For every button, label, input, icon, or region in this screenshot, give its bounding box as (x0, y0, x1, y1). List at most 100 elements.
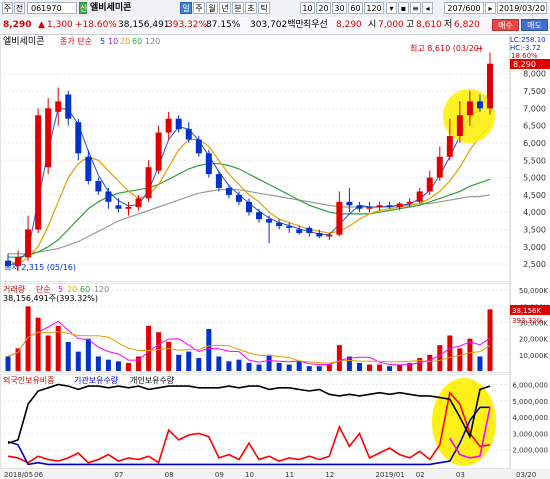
dropdown-icon[interactable]: ▾ (386, 2, 397, 14)
high-label: 고 (406, 20, 415, 30)
candle-body (306, 227, 313, 233)
price-tick-label: 2,500 (523, 260, 546, 269)
volume-bar (176, 354, 182, 371)
ma20-label: 20 (120, 37, 130, 46)
candle-body (487, 63, 493, 109)
volume-bar (105, 359, 111, 371)
candle-body (45, 108, 52, 168)
quote-bar: 8,290 ▲ 1,300 +18.60% 38,156,491 393.32%… (0, 17, 550, 35)
institution-legend: 기관보유수량 (74, 375, 119, 385)
interval-60[interactable]: 60 (348, 2, 363, 14)
ownership-tick-label: 6,000,000 (512, 382, 548, 390)
ownership-tick-label: 5,000,000 (512, 398, 548, 406)
interval-20[interactable]: 20 (316, 2, 331, 14)
candle-body (446, 136, 453, 157)
price-panel-title: 엘비세미콘 (3, 36, 44, 47)
volume-bar (85, 338, 91, 371)
candle-body (426, 177, 433, 192)
change-percent: +18.60% (75, 20, 117, 30)
turnover-rate: 87.15% (206, 20, 241, 30)
price-frame (0, 34, 511, 282)
volume-bar (55, 325, 61, 371)
tab-weekly[interactable]: 주 (193, 2, 205, 14)
stock-code-input[interactable]: 061970 (27, 2, 77, 14)
scroll-right-icon[interactable]: ▸ (485, 2, 496, 14)
candle-body (246, 201, 252, 213)
tab-yearly[interactable]: 년 (219, 2, 231, 14)
ownership-tick-label: 4,000,000 (512, 414, 548, 422)
volume-bar (256, 364, 262, 371)
market-button[interactable]: 전 (14, 2, 25, 14)
date-tick-label: 02 (416, 471, 425, 479)
price-tick-label: 5,000 (523, 174, 546, 183)
low-price: 6,820 (454, 20, 480, 30)
tab-daily[interactable]: 일 (180, 2, 192, 14)
candle-body (75, 122, 82, 154)
date-tick-label: 03 (456, 471, 465, 479)
volume-bar (196, 358, 202, 371)
price-tick-label: 7,000 (523, 104, 546, 113)
candle-body (406, 201, 413, 204)
scroll-left-icon[interactable]: ◂ (422, 2, 433, 14)
candle-body (266, 219, 273, 223)
ma-legend-label: 종가 단순 (60, 36, 92, 46)
date-tick-label: 09 (215, 471, 224, 479)
date-tick-label: 11 (285, 471, 294, 479)
buy-button[interactable]: 매수 (492, 19, 519, 31)
data-count-field[interactable]: 207/600 (444, 2, 484, 14)
preferred-label: 최우선 (303, 20, 328, 30)
preferred-price: 8,290 (336, 20, 362, 30)
lock-icon[interactable]: ▪ (398, 2, 409, 14)
price-gridlines (0, 34, 511, 282)
volume-bar (477, 356, 483, 371)
volume-bar (397, 364, 403, 371)
candle-body (336, 201, 343, 235)
volume-value: 38,156,491 (118, 20, 170, 30)
tab-minute[interactable]: 분 (232, 2, 244, 14)
candle-body (356, 205, 363, 209)
hc-label: HC:-3.72 (510, 44, 541, 52)
volume-bar (296, 361, 302, 371)
volume-ma-legend: 단순 (36, 284, 51, 294)
open-label: 시 (368, 20, 377, 30)
date-field[interactable]: 2019/03/20 (497, 2, 547, 14)
volume-bar (336, 345, 342, 371)
date-axis: 2018/05 06 07 08 09 10 11 12 2019/01 02 03 03/20 (0, 469, 550, 479)
current-price: 8,290 (3, 20, 32, 30)
price-y-axis: 2,500 3,000 3,500 4,000 4,500 5,000 5,500 6,000… (523, 70, 546, 269)
interval-30[interactable]: 30 (332, 2, 347, 14)
candle-body (135, 198, 142, 208)
candle-body (476, 101, 483, 109)
last-volume-label: 38,156K (512, 307, 541, 315)
candle-body (195, 139, 202, 154)
volume-bar (156, 332, 162, 371)
menu-button[interactable]: 주 (2, 2, 13, 14)
volume-bar (437, 345, 443, 371)
sell-button[interactable]: 매도 (521, 19, 548, 31)
price-tick-label: 4,500 (523, 191, 546, 200)
tab-monthly[interactable]: 월 (206, 2, 218, 14)
candle-body (296, 229, 303, 233)
price-chart[interactable]: 2,500 3,000 3,500 4,000 4,500 5,000 5,500 6,000… (0, 34, 550, 282)
candle-body (416, 191, 423, 202)
candle-body (326, 234, 333, 237)
ownership-line (7, 383, 491, 444)
candle-body (35, 115, 42, 230)
menu-icon[interactable]: ≡ (410, 2, 421, 14)
volume-bar (467, 338, 473, 371)
lc-label: LC:258.10 (510, 36, 546, 44)
interval-120[interactable]: 120 (364, 2, 384, 14)
tab-second[interactable]: 초 (245, 2, 257, 14)
interval-10[interactable]: 10 (300, 2, 315, 14)
candle-body (25, 229, 32, 258)
volume-bar (126, 362, 131, 371)
foreign-legend: 외국인보유비중 (3, 375, 55, 385)
date-tick-label: 03/20 (516, 471, 536, 479)
date-tick-label: 10 (245, 471, 254, 479)
tab-tick[interactable]: 틱 (258, 2, 270, 14)
ownership-chart[interactable]: 2,000,000 3,000,000 4,000,000 5,000,000 6,00… (0, 374, 550, 469)
moving-average-lines (7, 90, 491, 267)
volume-chart[interactable]: 10,000K20,000K30,000K40,000K50,000K 거래량 … (0, 283, 550, 373)
candle-body (105, 191, 112, 202)
volume-bar (206, 329, 212, 371)
